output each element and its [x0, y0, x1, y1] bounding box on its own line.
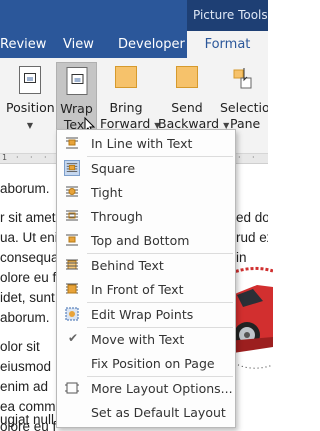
- doc-line-fragment: in: [236, 250, 247, 265]
- menu-item-move-with-text[interactable]: ✔ Move with Text: [58, 328, 234, 351]
- menu-item-label: Behind Text: [91, 258, 164, 273]
- menu-item-inline[interactable]: In Line with Text: [58, 132, 234, 155]
- checkmark-icon: ✔: [68, 331, 79, 345]
- doc-line-fragment: rud ex: [236, 230, 268, 245]
- menu-item-label: Through: [91, 209, 143, 224]
- bring-forward-icon: [115, 66, 137, 88]
- doc-line: olore eu f: [0, 270, 57, 285]
- send-backward-label-1: Send: [171, 100, 203, 115]
- tab-format[interactable]: Format: [187, 31, 268, 58]
- square-wrap-icon: [64, 160, 80, 176]
- menu-item-label: Move with Text: [91, 332, 185, 347]
- ribbon-tabs: Review View Developer Format: [0, 31, 268, 58]
- position-label: Position: [6, 100, 55, 115]
- menu-item-label: Set as Default Layout: [91, 405, 226, 420]
- doc-line: ua. Ut eni: [0, 230, 58, 245]
- picture-tools-group: Picture Tools: [187, 0, 268, 31]
- position-dropdown-icon: ▼: [26, 121, 34, 130]
- doc-line: enim ad: [0, 379, 49, 394]
- menu-item-top-bottom[interactable]: Top and Bottom: [58, 229, 234, 252]
- wrap-text-menu: In Line with Text Square Tight Through T…: [56, 129, 236, 428]
- doc-line: idet, sunt: [0, 290, 55, 305]
- picture-tools-label: Picture Tools: [193, 8, 268, 22]
- tight-wrap-icon: [66, 186, 78, 197]
- menu-item-label: In Line with Text: [91, 136, 193, 151]
- menu-item-label: Tight: [91, 185, 123, 200]
- wrap-text-icon: [66, 67, 87, 95]
- inline-icon: [66, 137, 78, 149]
- menu-item-more-layout-options[interactable]: More Layout Options...: [58, 377, 234, 400]
- wrap-text-label-1: Wrap: [60, 101, 93, 116]
- doc-line: aborum.: [0, 181, 50, 196]
- bring-forward-label-1: Bring: [109, 100, 143, 115]
- menu-item-tight[interactable]: Tight: [58, 181, 234, 204]
- bring-forward-button[interactable]: Bring Forward ▼: [100, 62, 160, 134]
- top-bottom-wrap-icon: [66, 234, 78, 246]
- in-front-text-icon: [66, 283, 78, 294]
- menu-item-set-default-layout[interactable]: Set as Default Layout: [58, 401, 234, 424]
- doc-line: eiusmod: [0, 359, 52, 374]
- doc-line: aborum.: [0, 310, 50, 325]
- menu-item-label: In Front of Text: [91, 282, 184, 297]
- menu-item-fix-position[interactable]: Fix Position on Page: [58, 352, 234, 375]
- menu-item-label: Edit Wrap Points: [91, 307, 194, 322]
- position-icon: [19, 66, 41, 94]
- doc-line: olor sit: [0, 339, 40, 354]
- doc-line: ugiat null: [0, 412, 55, 427]
- send-backward-button[interactable]: Send Backward ▼: [158, 62, 229, 134]
- selection-pane-button[interactable]: Selection Pane: [218, 62, 268, 134]
- menu-item-label: Square: [91, 161, 136, 176]
- title-bar: Picture Tools: [0, 0, 268, 31]
- doc-line: consequa: [0, 250, 59, 265]
- doc-line-fragment: ed do: [236, 210, 268, 225]
- send-backward-icon: [176, 66, 198, 88]
- menu-item-label: More Layout Options...: [91, 381, 233, 396]
- menu-item-edit-wrap-points[interactable]: Edit Wrap Points: [58, 303, 234, 326]
- tab-view[interactable]: View: [63, 37, 94, 52]
- menu-item-square[interactable]: Square: [58, 157, 234, 180]
- menu-item-label: Top and Bottom: [91, 233, 190, 248]
- tab-developer[interactable]: Developer: [118, 37, 185, 52]
- position-button[interactable]: Position ▼: [6, 62, 55, 134]
- through-wrap-icon: [66, 210, 78, 221]
- tab-review[interactable]: Review: [0, 37, 46, 52]
- doc-line: r sit amet: [0, 210, 56, 225]
- edit-wrap-points-icon: [65, 307, 79, 321]
- menu-item-in-front-text[interactable]: In Front of Text: [58, 278, 234, 301]
- menu-item-behind-text[interactable]: Behind Text: [58, 254, 234, 277]
- layout-options-icon: [65, 382, 79, 394]
- selection-pane-label-1: Selection: [220, 100, 268, 115]
- behind-text-icon: [66, 259, 78, 270]
- menu-item-through[interactable]: Through: [58, 205, 234, 228]
- menu-item-label: Fix Position on Page: [91, 356, 215, 371]
- selection-pane-icon: [233, 68, 252, 89]
